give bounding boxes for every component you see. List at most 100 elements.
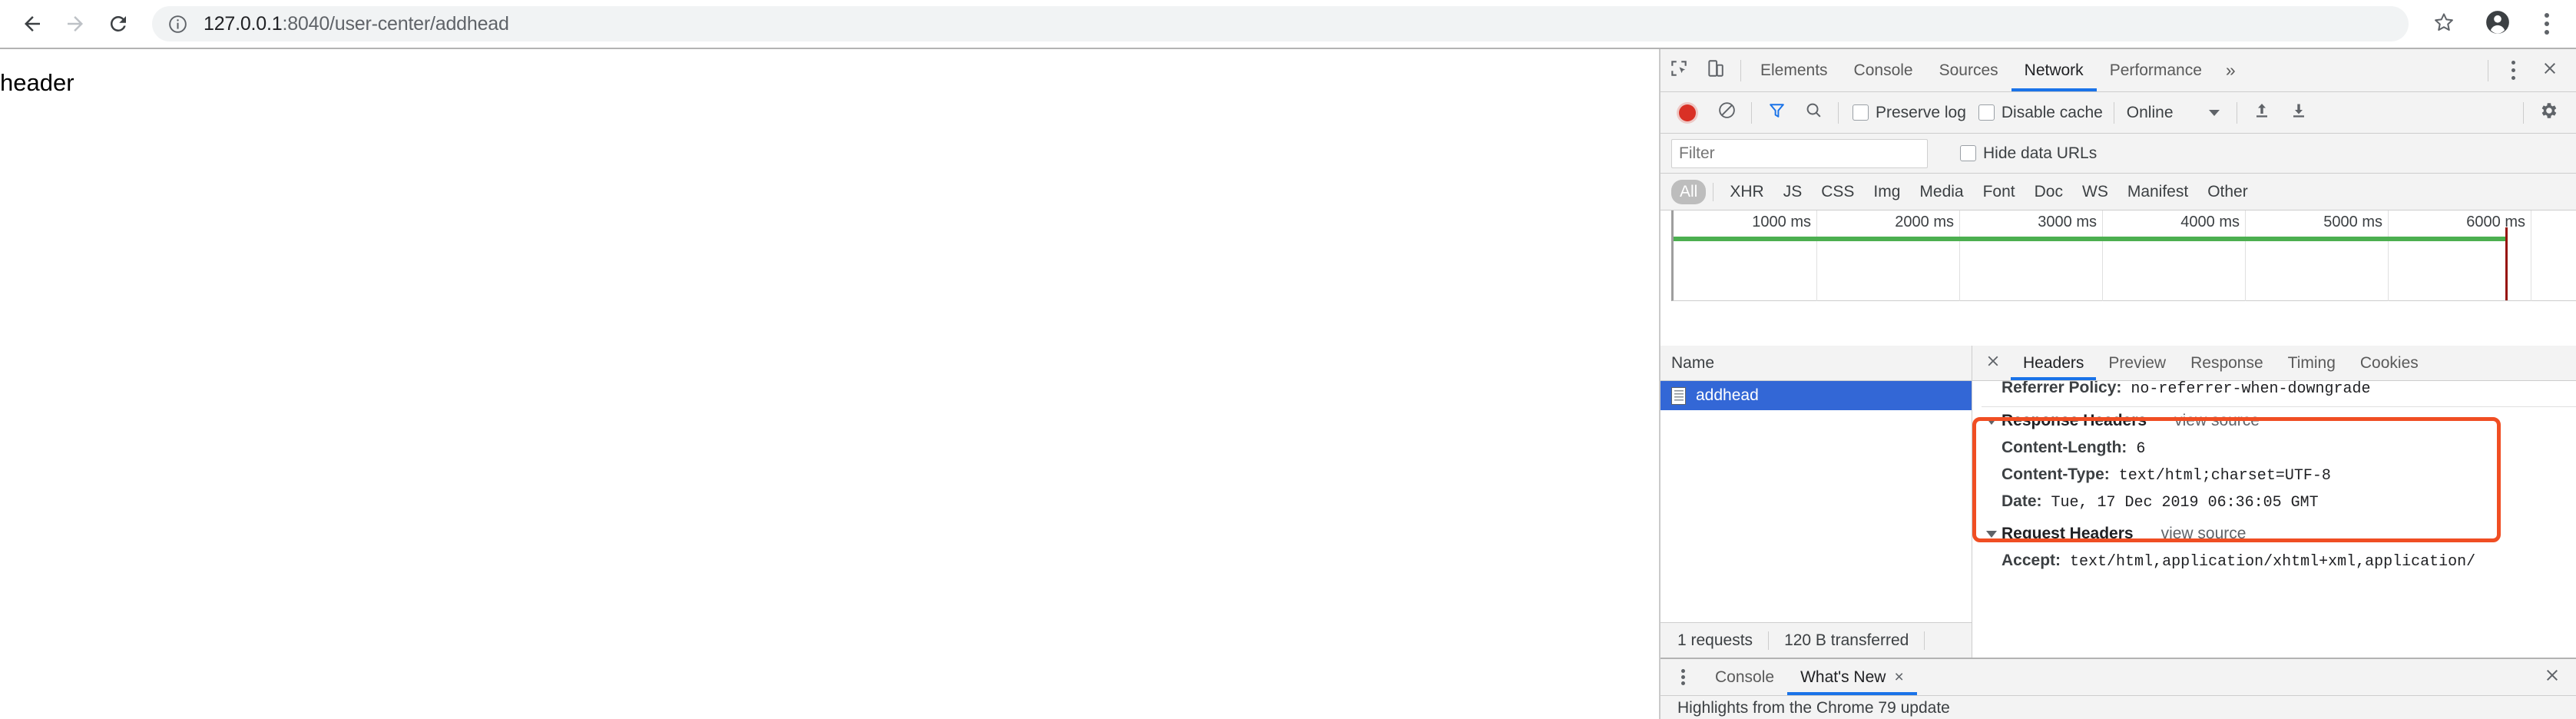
devtools-menu-button[interactable] xyxy=(2495,52,2531,89)
info-circle-icon[interactable] xyxy=(167,14,188,35)
preserve-log-checkbox[interactable]: Preserve log xyxy=(1853,104,1966,122)
response-headers-title: Response Headers xyxy=(2002,412,2147,429)
type-filter-doc[interactable]: Doc xyxy=(2026,180,2071,204)
throttling-value: Online xyxy=(2126,103,2174,121)
page-viewport: header xyxy=(0,49,1659,719)
detail-close-button[interactable] xyxy=(1980,350,2006,376)
detail-tab-cookies[interactable]: Cookies xyxy=(2348,346,2431,380)
network-overview-timeline[interactable]: 1000 ms 2000 ms 3000 ms 4000 ms 5000 ms … xyxy=(1671,210,2576,301)
clear-network-button[interactable] xyxy=(1708,94,1745,131)
header-row-content-type: Content-Type: text/html;charset=UTF-8 xyxy=(1982,462,2576,489)
page-content-text: header xyxy=(0,69,74,96)
divider xyxy=(1740,59,1741,81)
detail-tab-response[interactable]: Response xyxy=(2178,346,2276,380)
throttling-select[interactable]: Online xyxy=(2127,104,2220,122)
tab-performance[interactable]: Performance xyxy=(2097,49,2215,91)
back-button[interactable] xyxy=(11,2,54,45)
kebab-menu-icon xyxy=(2545,12,2549,37)
address-bar[interactable]: 127.0.0.1:8040/user-center/addhead xyxy=(152,6,2409,41)
close-icon xyxy=(1985,353,2002,374)
type-filter-xhr[interactable]: XHR xyxy=(1721,180,1772,204)
overview-load-marker xyxy=(2505,227,2508,300)
hide-data-urls-label: Hide data URLs xyxy=(1983,144,2098,162)
drawer-tab-whats-new[interactable]: What's New × xyxy=(1787,659,1917,695)
export-har-button[interactable] xyxy=(2280,94,2317,131)
drawer-tab-console[interactable]: Console xyxy=(1702,659,1787,695)
close-icon xyxy=(2543,666,2561,689)
bookmark-button[interactable] xyxy=(2422,2,2465,45)
ruler-tick-label: 6000 ms xyxy=(2466,214,2525,230)
network-settings-button[interactable] xyxy=(2530,94,2567,131)
request-view-source-link[interactable]: view source xyxy=(2161,525,2247,543)
tab-console[interactable]: Console xyxy=(1841,49,1926,91)
header-value: no-referrer-when-downgrade xyxy=(2131,381,2371,398)
filter-toggle-button[interactable] xyxy=(1758,94,1795,131)
type-filter-media[interactable]: Media xyxy=(1911,180,1972,204)
divider xyxy=(1838,101,1839,124)
type-filter-css[interactable]: CSS xyxy=(1813,180,1862,204)
checkbox-box xyxy=(1960,145,1976,161)
tab-label: Headers xyxy=(2023,353,2084,372)
record-button[interactable] xyxy=(1671,94,1708,131)
chrome-menu-button[interactable] xyxy=(2525,2,2568,45)
whats-new-headline: Highlights from the Chrome 79 update xyxy=(1677,699,1950,717)
upload-arrow-icon xyxy=(2253,101,2271,124)
header-row-referrer-policy: Referrer Policy: no-referrer-when-downgr… xyxy=(1982,381,2576,402)
header-key: Referrer Policy: xyxy=(2002,381,2122,396)
filter-row: Hide data URLs xyxy=(1660,134,2576,174)
detail-tab-timing[interactable]: Timing xyxy=(2276,346,2348,380)
headers-content: Referrer Policy: no-referrer-when-downgr… xyxy=(1972,381,2576,658)
drawer-close-button[interactable] xyxy=(2539,664,2565,691)
detail-tab-preview[interactable]: Preview xyxy=(2096,346,2178,380)
tab-sources[interactable]: Sources xyxy=(1926,49,2011,91)
detail-tab-headers[interactable]: Headers xyxy=(2011,346,2097,380)
type-filter-img[interactable]: Img xyxy=(1865,180,1909,204)
request-name: addhead xyxy=(1696,386,1759,404)
request-headers-section[interactable]: Request Headers view source xyxy=(1982,520,2576,548)
type-filter-font[interactable]: Font xyxy=(1975,180,2024,204)
triangle-down-icon xyxy=(1986,530,1997,538)
tab-label: Console xyxy=(1853,61,1913,79)
profile-button[interactable] xyxy=(2476,2,2519,45)
request-list-header[interactable]: Name xyxy=(1660,346,1972,381)
table-row[interactable]: addhead xyxy=(1660,381,1972,410)
transferred-size: 120 B transferred xyxy=(1784,631,1909,649)
drawer-tabbar: Console What's New × xyxy=(1660,659,2576,696)
header-key: Content-Type: xyxy=(2002,466,2110,483)
type-filter-other[interactable]: Other xyxy=(2199,180,2256,204)
tab-label: What's New xyxy=(1800,668,1886,686)
filter-input[interactable] xyxy=(1671,138,1928,168)
more-tabs-button[interactable]: » xyxy=(2215,60,2247,81)
reload-button[interactable] xyxy=(97,2,140,45)
disable-cache-checkbox[interactable]: Disable cache xyxy=(1978,104,2103,122)
header-value: text/html,application/xhtml+xml,applicat… xyxy=(2070,553,2476,571)
drawer-menu-button[interactable] xyxy=(1671,666,1694,689)
search-button[interactable] xyxy=(1795,94,1832,131)
arrow-right-icon xyxy=(64,12,87,35)
ruler-tick-label: 1000 ms xyxy=(1752,214,1811,230)
tab-elements[interactable]: Elements xyxy=(1747,49,1841,91)
type-filter-js[interactable]: JS xyxy=(1775,180,1811,204)
type-filter-ws[interactable]: WS xyxy=(2074,180,2117,204)
device-toggle-icon xyxy=(1706,58,1726,83)
request-count: 1 requests xyxy=(1677,631,1753,649)
disable-cache-label: Disable cache xyxy=(2001,103,2103,121)
forward-button[interactable] xyxy=(54,2,97,45)
kebab-menu-icon xyxy=(1680,668,1685,687)
device-toolbar-button[interactable] xyxy=(1697,52,1734,89)
import-har-button[interactable] xyxy=(2243,94,2280,131)
tab-label: Preview xyxy=(2108,353,2167,372)
inspect-element-button[interactable] xyxy=(1660,52,1697,89)
devtools-close-button[interactable] xyxy=(2531,52,2568,89)
response-headers-section[interactable]: Response Headers view source xyxy=(1982,407,2576,435)
request-detail-pane: Headers Preview Response Timing Cookies … xyxy=(1972,346,2576,658)
hide-data-urls-checkbox[interactable]: Hide data URLs xyxy=(1960,144,2097,163)
close-icon[interactable]: × xyxy=(1894,668,1903,687)
type-filter-all[interactable]: All xyxy=(1671,179,1707,204)
response-view-source-link[interactable]: view source xyxy=(2174,412,2260,430)
header-value: text/html;charset=UTF-8 xyxy=(2118,467,2331,485)
type-filter-manifest[interactable]: Manifest xyxy=(2119,180,2197,204)
close-icon xyxy=(2541,59,2559,82)
header-key: Date: xyxy=(2002,492,2042,510)
tab-network[interactable]: Network xyxy=(2011,49,2097,91)
